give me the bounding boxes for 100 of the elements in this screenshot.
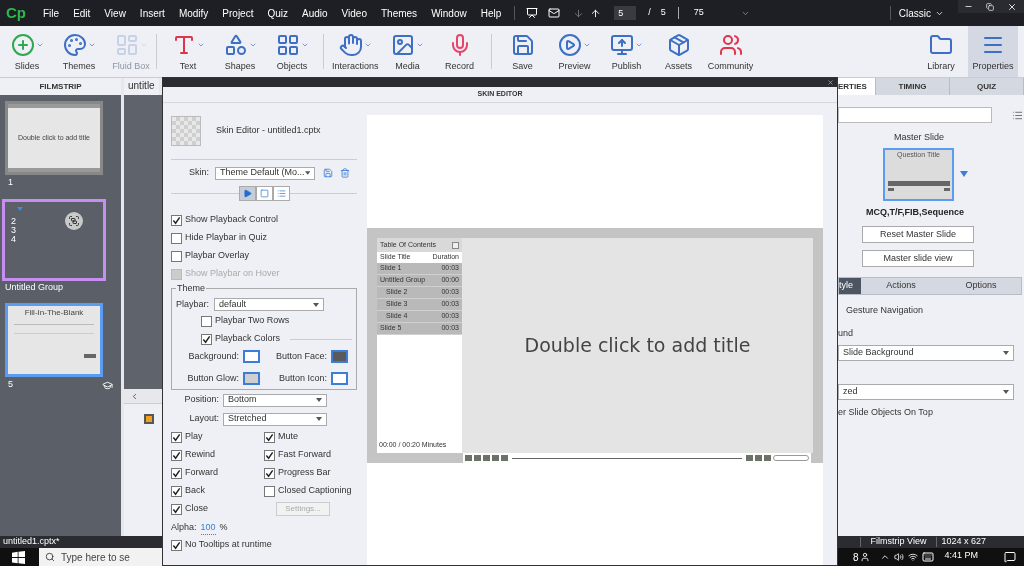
save-icon [510, 32, 535, 57]
menu-item[interactable]: Window [424, 5, 474, 21]
checkbox[interactable] [264, 431, 275, 443]
close-button[interactable] [1000, 0, 1024, 13]
dropdown-arrow-icon[interactable] [960, 171, 968, 177]
toolbar-button[interactable]: Media [382, 26, 433, 77]
panel-tab[interactable]: Options [941, 278, 1021, 294]
scroll-left-icon[interactable] [130, 391, 139, 401]
toolbar-button[interactable]: Properties [968, 26, 1018, 77]
toolbar-button[interactable]: Library [916, 26, 966, 77]
dropdown[interactable]: Slide Background [838, 345, 1014, 361]
speaker-icon[interactable] [894, 552, 905, 562]
panel-tab[interactable]: TIMING [876, 78, 950, 95]
keyboard-icon[interactable] [922, 551, 935, 563]
minimize-button[interactable] [958, 0, 979, 13]
panel-button[interactable]: Reset Master Slide [862, 226, 974, 243]
page-field[interactable]: 5 [614, 6, 637, 20]
unit-label: % [219, 521, 228, 535]
color-swatch[interactable] [243, 371, 260, 385]
square-icon [259, 189, 269, 198]
checkbox[interactable] [171, 431, 182, 443]
alpha-field[interactable]: 100 [200, 520, 216, 536]
caret-icon [1003, 351, 1009, 355]
save-icon[interactable] [323, 168, 333, 178]
dropdown[interactable]: Stretched [223, 412, 327, 426]
close-icon[interactable] [827, 79, 834, 86]
menu-item[interactable]: Themes [374, 5, 425, 21]
restore-icon [985, 2, 994, 11]
menu-item[interactable]: Video [334, 5, 374, 21]
slide-thumbnail[interactable]: Fill-In-The-Blank [5, 303, 103, 377]
collapse-icon[interactable] [452, 241, 459, 249]
checkbox[interactable] [171, 467, 182, 479]
checkbox-label: Play [185, 430, 203, 444]
close-icon [1007, 1, 1017, 12]
menu-item[interactable]: File [36, 5, 67, 21]
document-tab[interactable]: untitle [124, 78, 159, 95]
color-swatch[interactable] [243, 350, 260, 364]
toolbar-button[interactable]: Assets [653, 26, 704, 77]
checkbox-label: Progress Bar [278, 466, 331, 480]
dropdown[interactable]: Bottom [223, 393, 327, 407]
toolbar-button[interactable]: Interactions [330, 26, 381, 77]
color-swatch[interactable] [331, 350, 348, 364]
checkbox[interactable] [171, 232, 182, 244]
checkbox[interactable] [171, 449, 182, 461]
checkbox[interactable] [171, 539, 182, 551]
person-icon[interactable] [860, 552, 871, 562]
toolbar-button[interactable]: Text [163, 26, 213, 77]
checkbox[interactable] [264, 485, 275, 497]
menu-item[interactable]: Edit [66, 5, 98, 21]
toolbar-button[interactable]: Publish [601, 26, 652, 77]
presentation-icon[interactable] [526, 7, 539, 19]
checkbox-label: Playbar Overlay [185, 249, 250, 263]
box-icon [666, 32, 691, 57]
dropdown[interactable]: default [214, 298, 325, 311]
panel-button[interactable]: Master slide view [862, 250, 974, 267]
panel-tab[interactable]: Actions [861, 278, 941, 294]
checkbox[interactable] [201, 333, 212, 345]
toolbar-button[interactable]: Preview [549, 26, 600, 77]
toolbar-button[interactable]: Community [705, 26, 756, 77]
menu-item[interactable]: Help [473, 5, 509, 21]
checkbox[interactable] [171, 250, 182, 262]
clock[interactable]: 4:41 PM [944, 549, 978, 563]
arrow-up-icon[interactable] [590, 7, 602, 19]
dropdown[interactable]: Theme Default (Mo... [215, 166, 315, 180]
slide-group[interactable]: 2 3 4 [2, 199, 106, 281]
notification-icon[interactable] [1004, 551, 1016, 563]
zoom-dropdown[interactable]: 75 [693, 6, 750, 20]
name-field[interactable] [838, 107, 992, 123]
toolbar-button[interactable]: Objects [267, 26, 317, 77]
checkbox[interactable] [201, 315, 212, 327]
network-icon[interactable] [908, 552, 919, 562]
trash-icon[interactable] [340, 168, 350, 178]
view-tab[interactable] [238, 186, 256, 201]
dropdown[interactable]: zed [838, 384, 1014, 400]
toolbar-button[interactable]: Themes [54, 26, 104, 77]
toolbar-button[interactable]: Record [434, 26, 485, 77]
checkbox[interactable] [171, 214, 182, 226]
toolbar-button[interactable]: Save [497, 26, 548, 77]
color-swatch[interactable] [331, 371, 348, 385]
mail-icon[interactable] [548, 7, 561, 19]
checkbox[interactable] [264, 449, 275, 461]
panel-tab[interactable]: QUIZ [950, 78, 1024, 95]
panel-tab[interactable]: ERTIES [838, 78, 876, 95]
menu-item[interactable]: View [97, 5, 133, 21]
menu-item[interactable]: Modify [171, 5, 216, 21]
menu-item[interactable]: Audio [295, 5, 335, 21]
chevron-up-icon[interactable] [880, 552, 891, 562]
windows-logo-icon[interactable] [12, 550, 25, 564]
panel-tab[interactable]: tyle [839, 278, 861, 294]
menu-item[interactable]: Project [215, 5, 261, 21]
toolbar-button[interactable]: Slides [2, 26, 52, 77]
list-menu-icon[interactable] [1012, 109, 1023, 121]
workspace-dropdown[interactable]: Classic [898, 5, 944, 21]
arrow-down-icon[interactable] [573, 7, 585, 19]
checkbox[interactable] [171, 503, 182, 515]
menu-item[interactable]: Insert [132, 5, 172, 21]
checkbox[interactable] [264, 467, 275, 479]
menu-item[interactable]: Quiz [260, 5, 295, 21]
toolbar-button[interactable]: Shapes [215, 26, 265, 77]
checkbox[interactable] [171, 485, 182, 497]
